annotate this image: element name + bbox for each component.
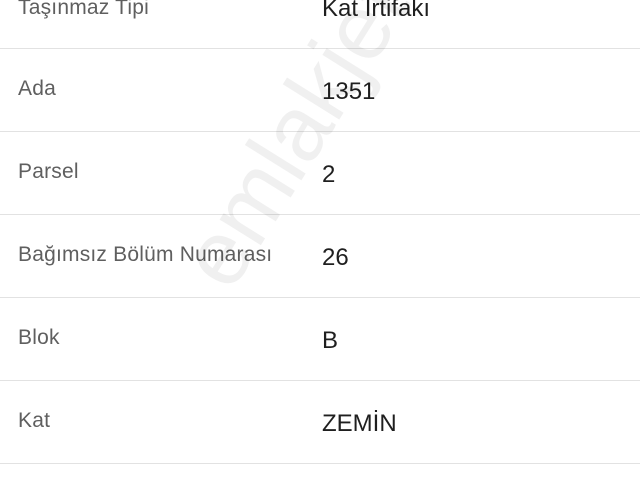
row-blok: Blok B (0, 298, 640, 381)
row-value: Kat İrtifakı (322, 0, 431, 22)
row-ada: Ada 1351 (0, 49, 640, 132)
row-value: 2 (322, 161, 336, 188)
row-label: Blok (18, 326, 60, 349)
row-kat: Kat ZEMİN (0, 381, 640, 464)
row-value: ZEMİN (322, 410, 397, 437)
row-parsel: Parsel 2 (0, 132, 640, 215)
row-value: 26 (322, 244, 349, 271)
row-label: Ada (18, 77, 56, 100)
row-value: B (322, 327, 339, 354)
row-label: Bağımsız Bölüm Numarası (18, 243, 273, 266)
row-tasinmaz-tipi: Taşınmaz Tipi Kat İrtifakı (0, 0, 640, 49)
row-bagimsiz-bolum-numarasi: Bağımsız Bölüm Numarası 26 (0, 215, 640, 298)
row-label: Taşınmaz Tipi (18, 0, 149, 19)
row-label: Kat (18, 409, 51, 432)
row-value: 1351 (322, 78, 376, 105)
row-label: Parsel (18, 160, 79, 183)
